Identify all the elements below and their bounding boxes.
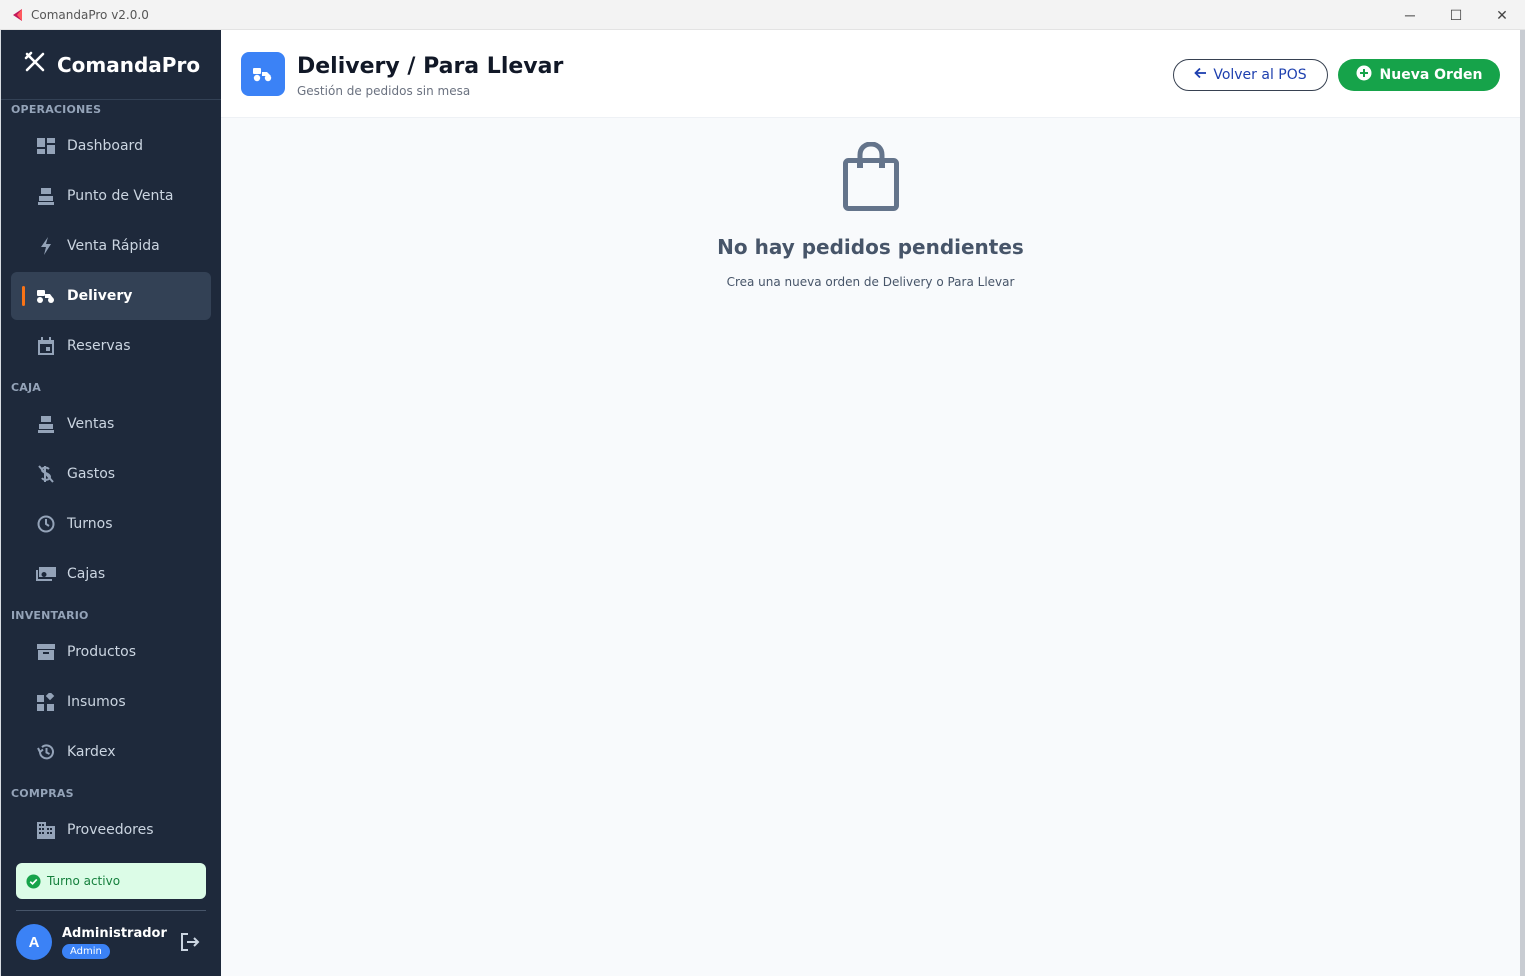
new-order-label: Nueva Orden — [1379, 67, 1483, 83]
sidebar: ComandaPro OPERACIONES Dashboard Punto d… — [1, 30, 221, 976]
app-logo-icon — [9, 7, 25, 23]
sidebar-item-proveedores[interactable]: Proveedores — [11, 806, 211, 854]
close-button[interactable]: ✕ — [1479, 0, 1525, 30]
section-label-compras: COMPRAS — [11, 787, 74, 800]
sidebar-item-label: Ventas — [67, 416, 115, 432]
sidebar-item-label: Proveedores — [67, 822, 154, 838]
register-icon — [36, 414, 56, 434]
empty-state: No hay pedidos pendientes Crea una nueva… — [221, 141, 1520, 289]
history-icon — [36, 742, 56, 762]
scooter-icon — [36, 286, 56, 306]
sidebar-item-label: Punto de Venta — [67, 188, 174, 204]
sidebar-item-insumos[interactable]: Insumos — [11, 678, 211, 726]
window-titlebar: ComandaPro v2.0.0 ─ ☐ ✕ — [0, 0, 1525, 30]
sidebar-item-label: Dashboard — [67, 138, 143, 154]
lightning-icon — [36, 236, 56, 256]
close-icon: ✕ — [1496, 6, 1508, 23]
brand-name: ComandaPro — [57, 52, 201, 77]
page-header: Delivery / Para Llevar Gestión de pedido… — [221, 30, 1520, 118]
sidebar-item-delivery[interactable]: Delivery — [11, 272, 211, 320]
section-label-inventario: INVENTARIO — [11, 609, 89, 622]
widgets-icon — [36, 692, 56, 712]
divider — [16, 910, 206, 911]
money-off-icon — [36, 464, 56, 484]
maximize-button[interactable]: ☐ — [1433, 0, 1479, 30]
sidebar-item-turnos[interactable]: Turnos — [11, 500, 211, 548]
role-badge: Admin — [62, 943, 110, 959]
sidebar-item-label: Gastos — [67, 466, 116, 482]
sidebar-item-label: Cajas — [67, 566, 106, 582]
sidebar-item-label: Kardex — [67, 744, 116, 760]
brand[interactable]: ComandaPro — [1, 30, 221, 100]
page-title: Delivery / Para Llevar — [297, 54, 564, 79]
logout-icon[interactable] — [179, 931, 201, 953]
user-name: Administrador — [62, 925, 167, 941]
sidebar-item-label: Reservas — [67, 338, 131, 354]
new-order-button[interactable]: Nueva Orden — [1338, 59, 1500, 91]
sidebar-item-reservas[interactable]: Reservas — [11, 322, 211, 370]
dashboard-icon — [36, 136, 56, 156]
avatar[interactable]: A — [16, 924, 52, 960]
sidebar-item-label: Productos — [67, 644, 137, 660]
sidebar-item-label: Delivery — [67, 288, 133, 304]
register-icon — [36, 186, 56, 206]
archive-icon — [36, 642, 56, 662]
shopping-bag-icon — [842, 141, 899, 217]
sidebar-item-label: Turnos — [67, 516, 113, 532]
maximize-icon: ☐ — [1449, 6, 1463, 23]
back-to-pos-button[interactable]: Volver al POS — [1173, 59, 1328, 91]
section-label-operaciones: OPERACIONES — [11, 103, 102, 116]
sidebar-item-dashboard[interactable]: Dashboard — [11, 122, 211, 170]
main-content: Delivery / Para Llevar Gestión de pedido… — [221, 30, 1520, 976]
building-icon — [36, 820, 56, 840]
section-label-caja: CAJA — [11, 381, 41, 394]
sidebar-item-label: Insumos — [67, 694, 126, 710]
shift-status-text: Turno activo — [47, 874, 121, 888]
empty-state-subtitle: Crea una nueva orden de Delivery o Para … — [726, 275, 1015, 289]
calendar-icon — [36, 336, 56, 356]
delivery-header-icon — [241, 52, 285, 96]
page-subtitle: Gestión de pedidos sin mesa — [297, 84, 471, 98]
shift-status-badge: Turno activo — [16, 863, 206, 899]
back-button-label: Volver al POS — [1213, 67, 1307, 83]
sidebar-item-kardex[interactable]: Kardex — [11, 728, 211, 776]
window-edge — [1520, 30, 1525, 976]
cash-icon — [36, 564, 56, 584]
sidebar-item-productos[interactable]: Productos — [11, 628, 211, 676]
sidebar-item-ventas[interactable]: Ventas — [11, 400, 211, 448]
utensils-icon — [23, 50, 47, 79]
minimize-button[interactable]: ─ — [1387, 0, 1433, 30]
empty-state-title: No hay pedidos pendientes — [717, 235, 1024, 259]
clock-icon — [36, 514, 56, 534]
minimize-icon: ─ — [1405, 7, 1415, 23]
plus-circle-icon — [1356, 65, 1372, 85]
check-circle-icon — [26, 873, 41, 889]
user-profile: A Administrador Admin — [16, 923, 206, 961]
sidebar-item-cajas[interactable]: Cajas — [11, 550, 211, 598]
sidebar-item-gastos[interactable]: Gastos — [11, 450, 211, 498]
sidebar-item-punto-de-venta[interactable]: Punto de Venta — [11, 172, 211, 220]
arrow-left-icon — [1194, 67, 1207, 83]
sidebar-item-label: Venta Rápida — [67, 238, 160, 254]
sidebar-item-venta-rapida[interactable]: Venta Rápida — [11, 222, 211, 270]
window-title: ComandaPro v2.0.0 — [31, 7, 149, 22]
